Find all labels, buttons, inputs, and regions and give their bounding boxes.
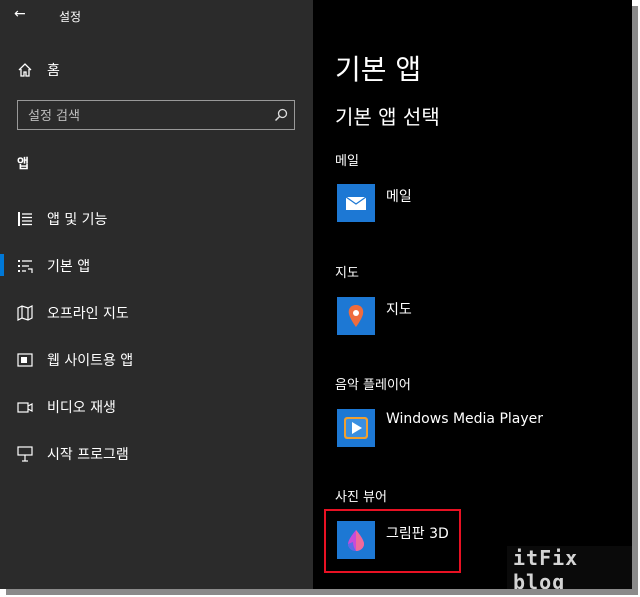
sidebar-item-website-apps[interactable]: 웹 사이트용 앱 bbox=[0, 340, 313, 380]
section-title: 앱 bbox=[17, 157, 29, 172]
apps-list-icon bbox=[18, 212, 32, 226]
sidebar: ← 설정 홈 앱 앱 및 기능 bbox=[0, 0, 313, 589]
title-bar: ← 설정 bbox=[0, 0, 313, 32]
watermark: itFix blog bbox=[507, 546, 632, 589]
search-box[interactable] bbox=[17, 100, 295, 131]
sidebar-item-apps-features[interactable]: 앱 및 기능 bbox=[0, 199, 313, 239]
sidebar-item-label: 기본 앱 bbox=[47, 259, 91, 275]
window-title: 설정 bbox=[59, 10, 82, 24]
sidebar-item-label: 비디오 재생 bbox=[47, 400, 116, 416]
category-label-maps: 지도 bbox=[335, 266, 359, 281]
app-name: 지도 bbox=[386, 302, 412, 318]
media-player-icon bbox=[337, 409, 375, 447]
app-name: Windows Media Player bbox=[386, 411, 544, 427]
home-link[interactable]: 홈 bbox=[17, 60, 60, 80]
app-name: 메일 bbox=[386, 189, 412, 205]
sidebar-item-label: 오프라인 지도 bbox=[47, 306, 129, 322]
sidebar-item-label: 앱 및 기능 bbox=[47, 212, 108, 228]
category-label-photo-viewer: 사진 뷰어 bbox=[335, 490, 387, 505]
highlight-box bbox=[324, 509, 461, 573]
category-label-music-player: 음악 플레이어 bbox=[335, 378, 411, 393]
sidebar-item-offline-maps[interactable]: 오프라인 지도 bbox=[0, 293, 313, 333]
default-apps-icon bbox=[18, 260, 33, 273]
default-app-music-player[interactable]: Windows Media Player bbox=[337, 407, 543, 449]
default-app-mail[interactable]: 메일 bbox=[337, 182, 412, 224]
category-label-mail: 메일 bbox=[335, 154, 359, 169]
arrow-left-icon[interactable]: ← bbox=[14, 6, 26, 22]
search-input[interactable] bbox=[18, 101, 270, 131]
video-icon bbox=[17, 402, 33, 413]
default-app-maps[interactable]: 지도 bbox=[337, 295, 412, 337]
startup-icon bbox=[17, 446, 33, 462]
home-label: 홈 bbox=[47, 63, 60, 79]
mail-app-icon bbox=[337, 184, 375, 222]
page-subtitle: 기본 앱 선택 bbox=[335, 105, 440, 129]
selection-indicator bbox=[0, 254, 4, 276]
main-panel: 기본 앱 기본 앱 선택 메일 메일 지도 지도 음악 플레이어 Windows… bbox=[313, 0, 632, 589]
home-icon bbox=[18, 63, 32, 77]
sidebar-item-video-playback[interactable]: 비디오 재생 bbox=[0, 387, 313, 427]
settings-window: ← 설정 홈 앱 앱 및 기능 bbox=[0, 0, 632, 589]
offline-map-icon bbox=[17, 305, 33, 321]
sidebar-item-label: 웹 사이트용 앱 bbox=[47, 353, 134, 369]
sidebar-item-label: 시작 프로그램 bbox=[47, 447, 129, 463]
maps-app-icon bbox=[337, 297, 375, 335]
page-title: 기본 앱 bbox=[335, 53, 422, 86]
sidebar-item-startup[interactable]: 시작 프로그램 bbox=[0, 434, 313, 474]
website-app-icon bbox=[17, 353, 33, 367]
sidebar-item-default-apps[interactable]: 기본 앱 bbox=[0, 246, 313, 286]
search-icon[interactable] bbox=[274, 108, 288, 122]
